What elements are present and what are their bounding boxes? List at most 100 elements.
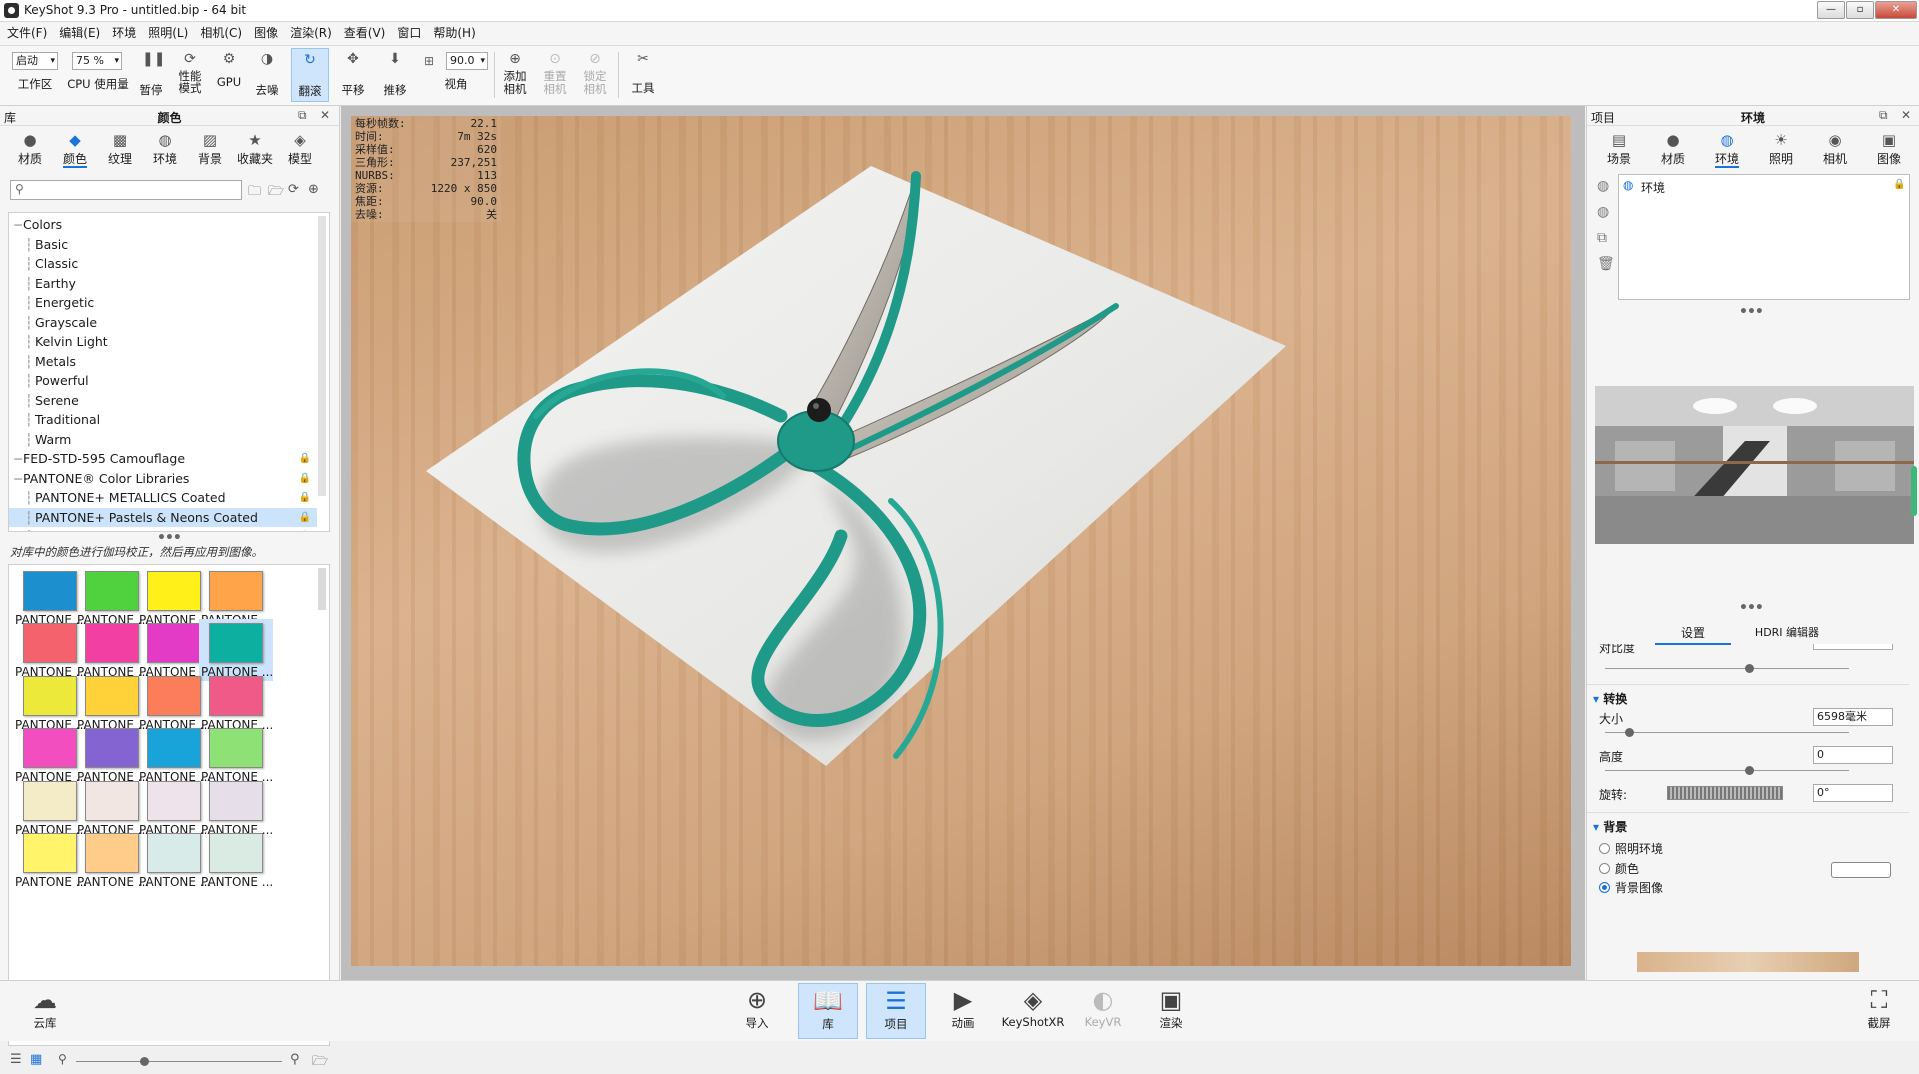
render-viewport[interactable]: 每秒帧数: 22.1 时间: 7m 32s 采样值: 620 三角形: 237,251 NURB… xyxy=(341,106,1585,980)
height-input[interactable]: 0 xyxy=(1813,746,1893,764)
tab-settings[interactable]: 设置 xyxy=(1655,624,1731,645)
target-icon[interactable]: ⊕ xyxy=(308,182,319,197)
project-tab-5[interactable]: ▣ 图像 xyxy=(1867,130,1911,170)
splitter-handle[interactable]: ••• xyxy=(1739,600,1764,616)
zoom-in-icon[interactable]: ⚲ xyxy=(290,1052,300,1067)
tree-item[interactable]: ┆ Energetic xyxy=(9,293,317,312)
tree-item[interactable]: ┆ Warm xyxy=(9,430,317,449)
tools-button[interactable]: ✂ 工具 xyxy=(624,48,662,102)
screenshot-button[interactable]: ⛶ 截屏 xyxy=(1852,983,1906,1039)
tree-item[interactable]: ┆ Earthy xyxy=(9,274,317,293)
contrast-input[interactable] xyxy=(1813,644,1893,650)
library-tab-3[interactable]: ◍ 环境 xyxy=(143,130,187,170)
minimize-button[interactable]: — xyxy=(1817,1,1845,19)
height-slider[interactable] xyxy=(1605,766,1849,775)
project-tab-4[interactable]: ◉ 相机 xyxy=(1813,130,1857,170)
workspace-select[interactable]: 启动 xyxy=(12,52,58,70)
import-button[interactable]: ⊕ 导入 xyxy=(730,983,784,1039)
tree-item[interactable]: ┆ Metals xyxy=(9,352,317,371)
project-tab-3[interactable]: ☀ 照明 xyxy=(1759,130,1803,170)
swatch-scrollbar[interactable] xyxy=(318,568,326,610)
pan-button[interactable]: ✥ 平移 xyxy=(334,48,372,102)
float-panel-icon[interactable]: ⧉ xyxy=(1879,108,1888,123)
folder-open-icon[interactable]: 🗁 xyxy=(312,1052,328,1074)
background-option-radio[interactable]: 颜色 xyxy=(1599,860,1639,877)
slider-knob[interactable] xyxy=(1625,728,1634,737)
reset-camera-button[interactable]: ⊙ 重置 相机 xyxy=(538,48,572,102)
library-button[interactable]: 📖 库 xyxy=(798,983,858,1039)
background-option-radio[interactable]: 背景图像 xyxy=(1599,879,1663,896)
size-slider[interactable] xyxy=(1605,728,1849,737)
hdri-preview[interactable] xyxy=(1595,386,1914,544)
maximize-button[interactable]: ▫ xyxy=(1846,1,1874,19)
library-tab-6[interactable]: ◈ 模型 xyxy=(278,130,322,170)
menu-environment[interactable]: 环境 xyxy=(107,22,141,44)
tree-item[interactable]: ┆ Grayscale xyxy=(9,313,317,332)
folder-icon[interactable]: 🗀 xyxy=(248,182,261,204)
background-section-header[interactable]: ▾ 背景 xyxy=(1593,818,1627,835)
collapse-icon[interactable]: − xyxy=(13,449,23,468)
tree-item[interactable]: ┆ Classic xyxy=(9,254,317,273)
menu-help[interactable]: 帮助(H) xyxy=(428,22,480,44)
pause-button[interactable]: ❚❚ 暂停 xyxy=(134,48,168,102)
background-option-radio[interactable]: 照明环境 xyxy=(1599,840,1663,857)
slider-knob[interactable] xyxy=(1745,766,1754,775)
render-button[interactable]: ▣ 渲染 xyxy=(1144,983,1198,1039)
tab-hdri-editor[interactable]: HDRI 编辑器 xyxy=(1737,624,1837,640)
tree-item[interactable]: ┆ Serene xyxy=(9,391,317,410)
environment-list-item[interactable]: ◍ 环境 🔒 xyxy=(1621,177,1907,195)
library-tab-1[interactable]: ◆ 颜色 xyxy=(53,130,97,170)
project-button[interactable]: ☰ 项目 xyxy=(866,983,926,1039)
panel-scroll-indicator[interactable] xyxy=(1911,466,1917,516)
slider-knob[interactable] xyxy=(140,1057,149,1066)
tree-item[interactable]: ┆ Kelvin Light xyxy=(9,332,317,351)
folder-add-icon[interactable]: 🗁 xyxy=(268,182,284,204)
close-button[interactable]: ✕ xyxy=(1875,1,1917,19)
denoise-button[interactable]: ◑ 去噪 xyxy=(250,48,284,102)
project-tab-2[interactable]: ◍ 环境 xyxy=(1705,130,1749,170)
cloud-library-button[interactable]: ☁ 云库 xyxy=(18,983,72,1039)
transform-section-header[interactable]: ▾ 转换 xyxy=(1593,690,1627,707)
menu-image[interactable]: 图像 xyxy=(249,22,283,44)
library-search-input[interactable]: ⚲ xyxy=(10,180,242,200)
library-tab-4[interactable]: ▨ 背景 xyxy=(188,130,232,170)
menu-view[interactable]: 查看(V) xyxy=(339,22,391,44)
tree-item[interactable]: ┆ Traditional xyxy=(9,410,317,429)
menu-lighting[interactable]: 照明(L) xyxy=(143,22,193,44)
gpu-button[interactable]: ⚙ GPU xyxy=(212,48,246,102)
cpu-usage-select[interactable]: 75 % xyxy=(72,52,122,70)
project-tab-0[interactable]: ▤ 场景 xyxy=(1597,130,1641,170)
dolly-button[interactable]: ⬇ 推移 xyxy=(376,48,414,102)
menu-render[interactable]: 渲染(R) xyxy=(285,22,337,44)
tree-item[interactable]: − PANTONE® Color Libraries 🔒 xyxy=(9,469,317,488)
collapse-icon[interactable]: − xyxy=(13,215,23,234)
tree-scrollbar[interactable] xyxy=(318,216,326,496)
list-view-icon[interactable]: ☰ xyxy=(10,1052,22,1067)
keyvr-button[interactable]: ◐ KeyVR xyxy=(1076,983,1130,1039)
slider-knob[interactable] xyxy=(1745,664,1754,673)
tree-item[interactable]: ┆ Basic xyxy=(9,235,317,254)
add-camera-button[interactable]: ⊕ 添加 相机 xyxy=(498,48,532,102)
background-image-thumbnail[interactable] xyxy=(1637,952,1859,972)
animation-button[interactable]: ▶ 动画 xyxy=(936,983,990,1039)
menu-edit[interactable]: 编辑(E) xyxy=(54,22,105,44)
tree-item[interactable]: − FED-STD-595 Camouflage 🔒 xyxy=(9,449,317,468)
menu-camera[interactable]: 相机(C) xyxy=(195,22,247,44)
splitter-handle[interactable]: ••• xyxy=(1739,304,1764,320)
close-panel-icon[interactable]: ✕ xyxy=(1901,108,1911,122)
duplicate-environment-icon[interactable]: ◍ xyxy=(1597,204,1609,220)
color-swatch[interactable]: PANTONE ... xyxy=(199,829,273,891)
tree-item[interactable]: ┆ Powerful xyxy=(9,371,317,390)
grid-view-icon[interactable]: ▦ xyxy=(30,1052,42,1067)
background-color-swatch[interactable] xyxy=(1831,862,1891,878)
tree-item[interactable]: − Colors xyxy=(9,215,317,234)
collapse-icon[interactable]: − xyxy=(13,469,23,488)
tree-item[interactable]: ┆ PANTONE+ METALLICS Coated 🔒 xyxy=(9,488,317,507)
rotation-input[interactable]: 0° xyxy=(1813,784,1893,802)
project-tab-1[interactable]: ● 材质 xyxy=(1651,130,1695,170)
lock-camera-button[interactable]: ⊘ 锁定 相机 xyxy=(578,48,612,102)
contrast-slider[interactable] xyxy=(1605,664,1849,673)
menu-window[interactable]: 窗口 xyxy=(392,22,426,44)
rotation-dial[interactable] xyxy=(1667,786,1783,800)
library-tab-2[interactable]: ▩ 纹理 xyxy=(98,130,142,170)
